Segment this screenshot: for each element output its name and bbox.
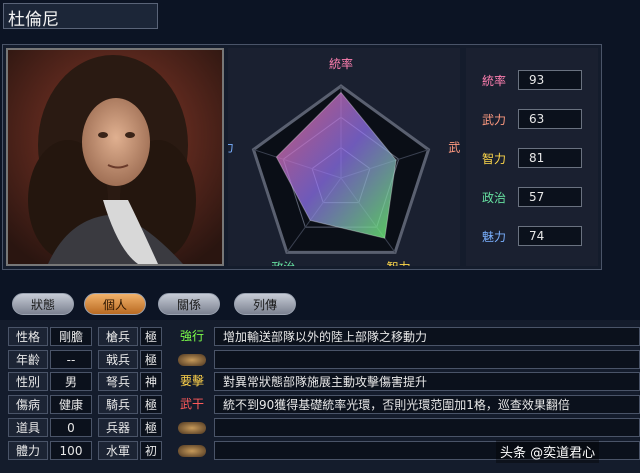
radar-axis-label: 政治 (271, 260, 295, 266)
skill-name: 要擊 (179, 374, 204, 388)
tab-biography[interactable]: 列傳 (234, 293, 296, 315)
tab-relations[interactable]: 關係 (158, 293, 220, 315)
officer-name: 杜倫尼 (8, 10, 59, 30)
skill-description (214, 418, 640, 437)
ability-radar-chart: 統率武力智力 政治 魅力 (210, 48, 472, 274)
radar-axis-label: 統率 (329, 56, 353, 71)
skill-description (214, 350, 640, 369)
stat-label: 武力 (482, 113, 507, 127)
profile-label: 傷病 (8, 395, 48, 414)
skill-description: 統不到90獲得基礎統率光環，否則光環范圍加1格，巡查效果翻倍 (214, 395, 640, 414)
officer-portrait (6, 48, 224, 266)
aptitude-value: 極 (140, 350, 162, 369)
profile-label: 體力 (8, 441, 48, 460)
stat-label: 智力 (482, 152, 507, 166)
skill-description: 增加輸送部隊以外的陸上部隊之移動力 (214, 327, 640, 346)
aptitude-value: 極 (140, 327, 162, 346)
aptitude-value: 神 (140, 372, 162, 391)
aptitude-label: 兵器 (98, 418, 138, 437)
profile-value: 剛膽 (50, 327, 92, 346)
tab-personal[interactable]: 個人 (84, 293, 146, 315)
stat-label: 統率 (482, 74, 507, 88)
aptitude-label: 弩兵 (98, 372, 138, 391)
empty-skill-slot-icon (178, 354, 206, 366)
profile-label: 道具 (8, 418, 48, 437)
aptitude-value: 初 (140, 441, 162, 460)
watermark: 头条 @奕道君心 (496, 440, 600, 463)
skill-description: 對異常狀態部隊施展主動攻擊傷害提升 (214, 372, 640, 391)
radar-axis-label: 魅力 (228, 140, 234, 155)
profile-value: 健康 (50, 395, 92, 414)
profile-label: 性別 (8, 372, 48, 391)
profile-value: 0 (50, 418, 92, 437)
stat-value: 63 (518, 109, 582, 129)
empty-skill-slot-icon (178, 422, 206, 434)
radar-axis-label: 武力 (448, 141, 460, 155)
aptitude-label: 戟兵 (98, 350, 138, 369)
aptitude-label: 槍兵 (98, 327, 138, 346)
radar-axis-label: 智力 (387, 259, 411, 266)
radar-svg: 統率武力智力 政治 魅力 (210, 56, 472, 274)
profile-label: 性格 (8, 327, 48, 346)
aptitude-value: 極 (140, 418, 162, 437)
profile-value: 100 (50, 441, 92, 460)
aptitude-value: 極 (140, 395, 162, 414)
tab-status[interactable]: 狀態 (12, 293, 74, 315)
stat-value: 81 (518, 148, 582, 168)
profile-value: -- (50, 350, 92, 369)
profile-label: 年齡 (8, 350, 48, 369)
aptitude-label: 水軍 (98, 441, 138, 460)
aptitude-label: 騎兵 (98, 395, 138, 414)
stat-value: 93 (518, 70, 582, 90)
stat-label: 魅力 (482, 230, 507, 244)
stat-value: 57 (518, 187, 582, 207)
skill-name: 強行 (179, 329, 204, 343)
stat-label: 政治 (482, 191, 507, 205)
skill-name: 武干 (179, 397, 204, 411)
stat-value: 74 (518, 226, 582, 246)
profile-value: 男 (50, 372, 92, 391)
empty-skill-slot-icon (178, 445, 206, 457)
